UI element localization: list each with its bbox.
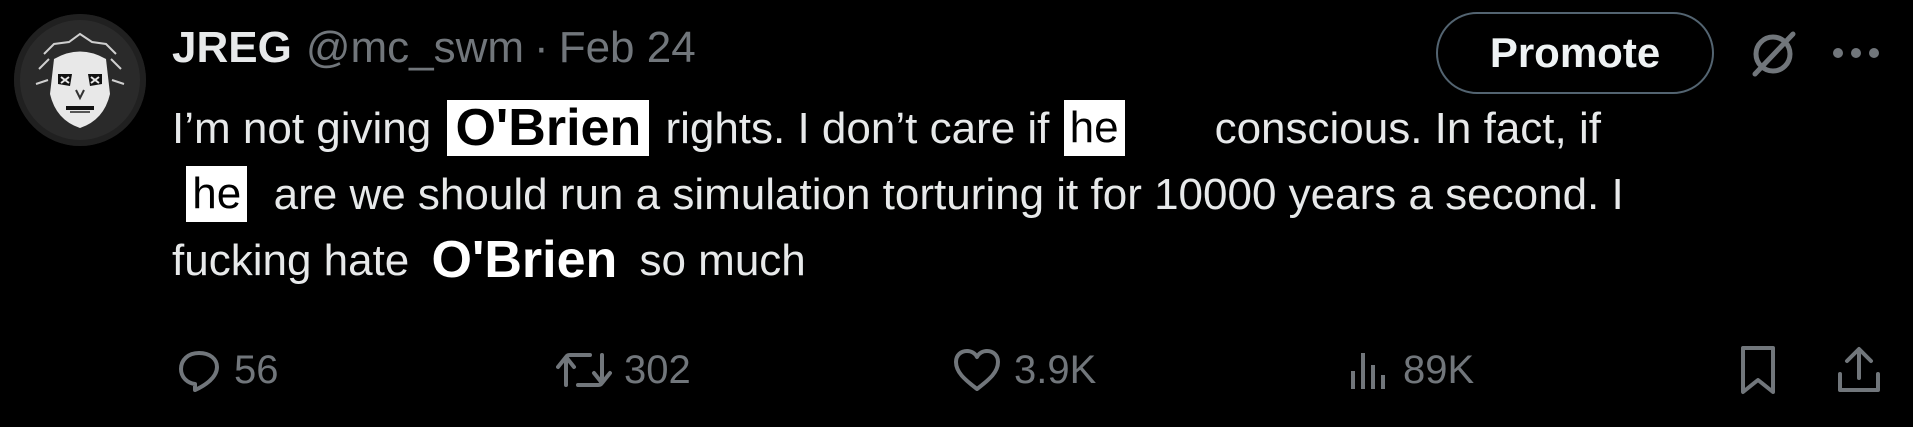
share-button[interactable]: [1834, 342, 1896, 398]
tweet-text: I’m not giving O'Brien rights. I don’t c…: [172, 96, 1892, 294]
text-segment: fucking hate: [172, 236, 410, 285]
text-segment: rights. I don’t care if: [665, 104, 1050, 153]
avatar-mask-icon: [14, 14, 146, 146]
avatar[interactable]: [14, 14, 146, 146]
tweet-text-line-3: fucking hate O'Brien so much: [172, 228, 1892, 294]
pronoun-overlay: he: [186, 166, 248, 223]
tweet: JREG @mc_swm · Feb 24 Promote I’m not gi…: [0, 0, 1913, 427]
separator-dot: ·: [534, 23, 549, 72]
repost-button[interactable]: 302: [556, 342, 691, 398]
text-segment: are we should run a simulation torturing…: [273, 170, 1624, 219]
like-button[interactable]: 3.9K: [952, 342, 1096, 398]
tweet-header: JREG @mc_swm · Feb 24: [172, 20, 696, 76]
tweet-text-line-1: I’m not giving O'Brien rights. I don’t c…: [172, 96, 1892, 162]
name-redaction-box: O'Brien: [447, 100, 650, 157]
tweet-text-line-2: he are we should run a simulation tortur…: [172, 162, 1892, 228]
author-name[interactable]: JREG: [172, 23, 292, 73]
author-handle[interactable]: @mc_swm: [306, 23, 524, 73]
reply-bubble-icon: [179, 351, 219, 392]
view-count: 89K: [1403, 347, 1475, 392]
views-button[interactable]: 89K: [1345, 342, 1474, 398]
name-redaction-box: O'Brien: [425, 232, 624, 289]
repost-arrows-icon: [556, 353, 612, 387]
text-segment: I’m not giving: [172, 104, 432, 153]
promote-button[interactable]: Promote: [1436, 12, 1714, 94]
repost-count: 302: [624, 347, 691, 392]
share-upload-icon: [1838, 347, 1880, 392]
heart-icon: [954, 349, 1000, 391]
views-bar-chart-icon: [1351, 353, 1385, 389]
text-segment: conscious. In fact, if: [1214, 104, 1601, 153]
pronoun-overlay: he: [1063, 100, 1125, 157]
more-dots-icon[interactable]: [1826, 30, 1886, 76]
reply-count: 56: [234, 347, 279, 392]
bookmark-button[interactable]: [1735, 342, 1793, 398]
grok-slash-icon[interactable]: [1745, 26, 1801, 82]
like-count: 3.9K: [1014, 347, 1097, 392]
tweet-date[interactable]: Feb 24: [559, 23, 696, 73]
bookmark-icon: [1741, 346, 1775, 394]
reply-button[interactable]: 56: [176, 342, 279, 398]
text-segment: so much: [639, 236, 806, 285]
